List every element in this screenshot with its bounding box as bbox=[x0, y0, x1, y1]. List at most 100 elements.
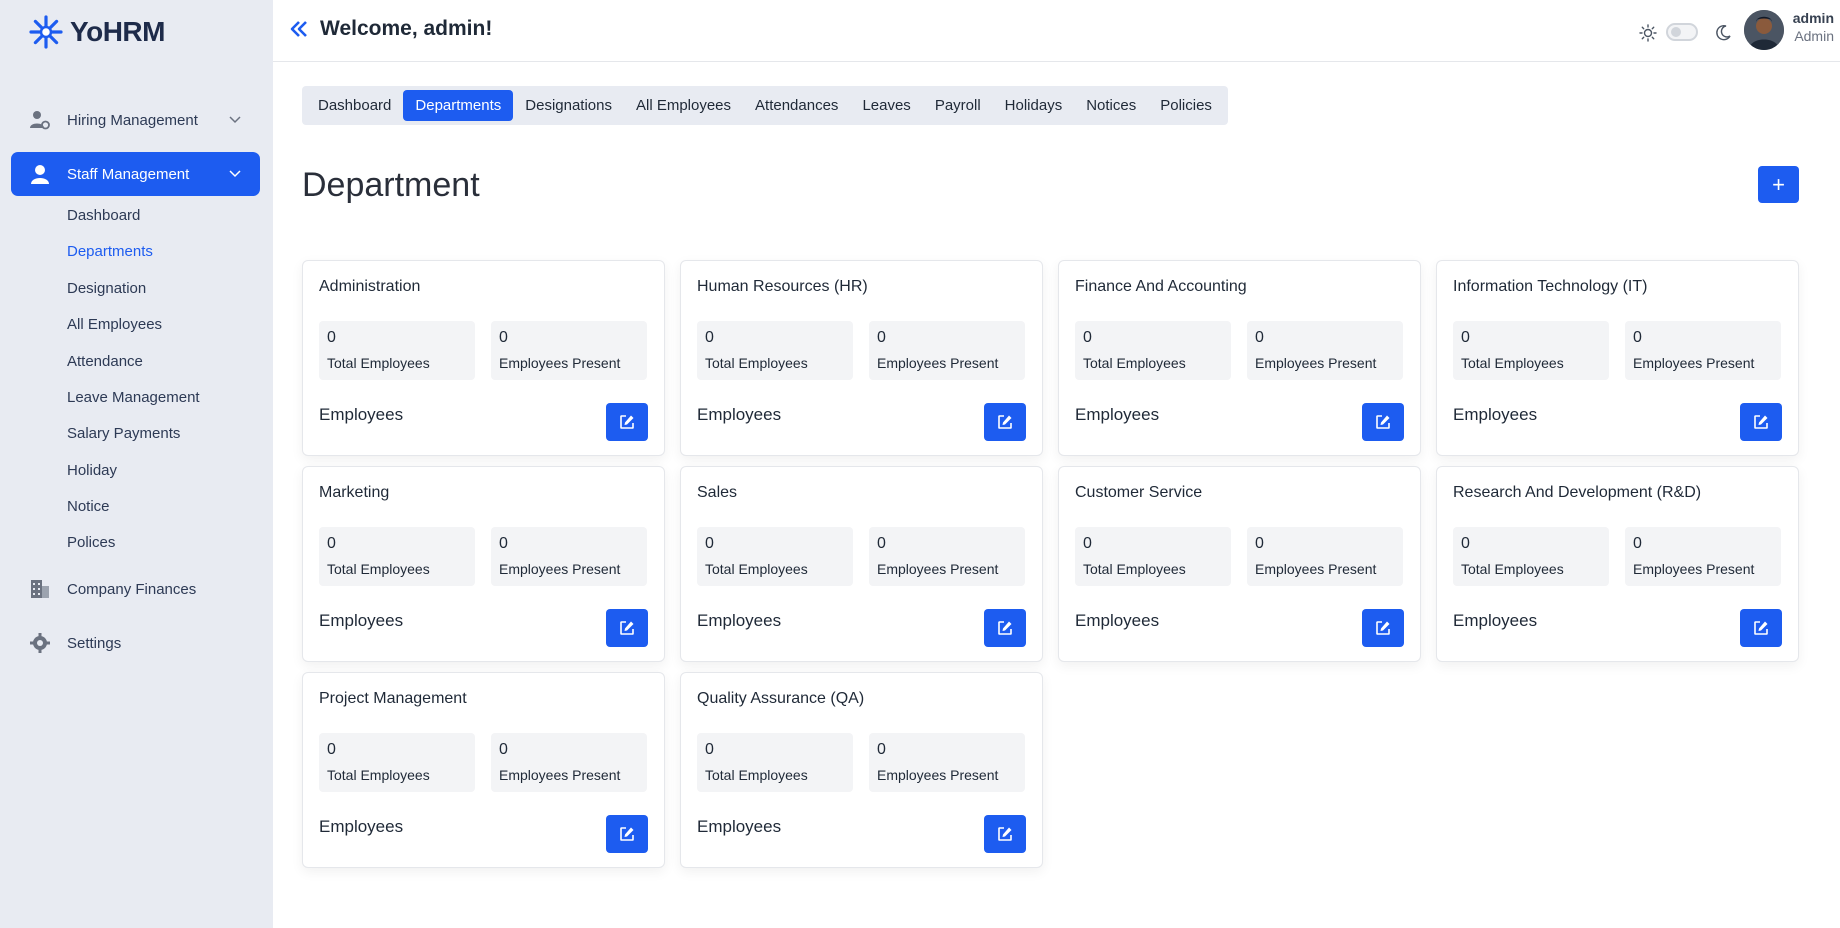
edit-department-button[interactable] bbox=[606, 815, 648, 853]
employees-present-value: 0 bbox=[499, 535, 508, 552]
snowflake-logo-icon bbox=[29, 15, 63, 49]
user-role: Admin bbox=[1794, 28, 1834, 44]
total-employees-value: 0 bbox=[705, 535, 714, 552]
sidebar-item-departments[interactable]: Departments bbox=[67, 243, 153, 260]
edit-department-button[interactable] bbox=[1362, 609, 1404, 647]
total-employees-stat: 0 Total Employees bbox=[319, 733, 475, 792]
tab-attendances[interactable]: Attendances bbox=[743, 90, 850, 121]
employees-present-value: 0 bbox=[877, 741, 886, 758]
employees-present-label: Employees Present bbox=[499, 561, 621, 577]
sidebar: YoHRM Hiring Management Staff Management… bbox=[0, 0, 273, 928]
total-employees-stat: 0 Total Employees bbox=[1075, 527, 1231, 586]
sidebar-group-hiring-management[interactable]: Hiring Management bbox=[11, 98, 260, 142]
user-icon bbox=[31, 165, 49, 184]
edit-department-button[interactable] bbox=[984, 815, 1026, 853]
total-employees-value: 0 bbox=[1083, 329, 1092, 346]
department-name: Research And Development (R&D) bbox=[1453, 484, 1702, 501]
tab-dashboard[interactable]: Dashboard bbox=[306, 90, 403, 121]
building-icon bbox=[31, 580, 49, 598]
employees-present-value: 0 bbox=[499, 741, 508, 758]
edit-department-button[interactable] bbox=[606, 609, 648, 647]
employees-present-label: Employees Present bbox=[499, 767, 621, 783]
app-logo[interactable]: YoHRM bbox=[28, 12, 165, 52]
sidebar-group-settings[interactable]: Settings bbox=[11, 621, 260, 665]
employees-present-stat: 0 Employees Present bbox=[1247, 321, 1403, 380]
employees-present-label: Employees Present bbox=[877, 355, 999, 371]
tab-designations[interactable]: Designations bbox=[513, 90, 624, 121]
edit-department-button[interactable] bbox=[1362, 403, 1404, 441]
total-employees-stat: 0 Total Employees bbox=[1453, 321, 1609, 380]
total-employees-label: Total Employees bbox=[327, 355, 430, 371]
employees-present-label: Employees Present bbox=[1633, 355, 1755, 371]
employees-present-stat: 0 Employees Present bbox=[1247, 527, 1403, 586]
sidebar-item-polices[interactable]: Polices bbox=[67, 534, 115, 551]
total-employees-label: Total Employees bbox=[1461, 355, 1564, 371]
department-name: Marketing bbox=[319, 484, 390, 501]
tab-leaves[interactable]: Leaves bbox=[850, 90, 922, 121]
department-card: Finance And Accounting 0 Total Employees… bbox=[1058, 260, 1421, 456]
total-employees-value: 0 bbox=[327, 329, 336, 346]
sidebar-group-company-finances[interactable]: Company Finances bbox=[11, 567, 260, 611]
edit-icon bbox=[620, 415, 634, 429]
department-name: Sales bbox=[697, 484, 738, 501]
sidebar-group-label: Company Finances bbox=[67, 580, 197, 598]
employees-present-label: Employees Present bbox=[1255, 561, 1377, 577]
sidebar-item-notice[interactable]: Notice bbox=[67, 498, 110, 515]
total-employees-stat: 0 Total Employees bbox=[1453, 527, 1609, 586]
total-employees-stat: 0 Total Employees bbox=[319, 321, 475, 380]
tab-notices[interactable]: Notices bbox=[1074, 90, 1148, 121]
edit-icon bbox=[1754, 415, 1768, 429]
tab-all-employees[interactable]: All Employees bbox=[624, 90, 743, 121]
collapse-sidebar-icon[interactable] bbox=[288, 18, 310, 40]
sidebar-item-attendance[interactable]: Attendance bbox=[67, 353, 143, 370]
avatar[interactable] bbox=[1744, 10, 1784, 50]
app-name: YoHRM bbox=[70, 16, 165, 47]
theme-toggle[interactable] bbox=[1666, 23, 1698, 41]
edit-icon bbox=[1376, 621, 1390, 635]
employees-present-label: Employees Present bbox=[877, 561, 999, 577]
employees-label: Employees bbox=[1453, 405, 1538, 424]
edit-department-button[interactable] bbox=[984, 609, 1026, 647]
employees-present-label: Employees Present bbox=[499, 355, 621, 371]
edit-department-button[interactable] bbox=[984, 403, 1026, 441]
moon-icon bbox=[1716, 24, 1731, 41]
welcome-heading: Welcome, admin! bbox=[320, 17, 493, 40]
edit-department-button[interactable] bbox=[1740, 403, 1782, 441]
department-name: Customer Service bbox=[1075, 484, 1203, 501]
employees-present-value: 0 bbox=[877, 535, 886, 552]
sidebar-group-staff-management[interactable]: Staff Management bbox=[11, 152, 260, 196]
total-employees-label: Total Employees bbox=[705, 767, 808, 783]
department-name: Quality Assurance (QA) bbox=[697, 690, 865, 707]
total-employees-value: 0 bbox=[327, 535, 336, 552]
edit-icon bbox=[620, 621, 634, 635]
total-employees-label: Total Employees bbox=[1083, 561, 1186, 577]
department-name: Finance And Accounting bbox=[1075, 278, 1247, 295]
department-name: Information Technology (IT) bbox=[1453, 278, 1648, 295]
department-name: Administration bbox=[319, 278, 421, 295]
sidebar-item-all-employees[interactable]: All Employees bbox=[67, 316, 162, 333]
sidebar-item-holiday[interactable]: Holiday bbox=[67, 462, 117, 479]
department-card: Quality Assurance (QA) 0 Total Employees… bbox=[680, 672, 1043, 868]
department-card: Human Resources (HR) 0 Total Employees 0… bbox=[680, 260, 1043, 456]
tab-departments[interactable]: Departments bbox=[403, 90, 514, 121]
edit-icon bbox=[998, 827, 1012, 841]
tab-holidays[interactable]: Holidays bbox=[993, 90, 1075, 121]
user-avatar-icon bbox=[1744, 10, 1784, 50]
total-employees-stat: 0 Total Employees bbox=[1075, 321, 1231, 380]
total-employees-value: 0 bbox=[1461, 535, 1470, 552]
sidebar-group-label: Hiring Management bbox=[67, 111, 198, 129]
employees-present-label: Employees Present bbox=[1633, 561, 1755, 577]
total-employees-label: Total Employees bbox=[327, 767, 430, 783]
sidebar-item-designation[interactable]: Designation bbox=[67, 280, 146, 297]
edit-department-button[interactable] bbox=[1740, 609, 1782, 647]
tab-payroll[interactable]: Payroll bbox=[923, 90, 993, 121]
sidebar-item-leave-management[interactable]: Leave Management bbox=[67, 389, 200, 406]
sidebar-item-salary-payments[interactable]: Salary Payments bbox=[67, 425, 180, 442]
tab-policies[interactable]: Policies bbox=[1148, 90, 1224, 121]
total-employees-stat: 0 Total Employees bbox=[697, 321, 853, 380]
employees-label: Employees bbox=[697, 817, 782, 836]
add-department-button[interactable]: + bbox=[1758, 166, 1799, 203]
sidebar-item-dashboard[interactable]: Dashboard bbox=[67, 207, 140, 224]
employees-present-value: 0 bbox=[1255, 329, 1264, 346]
edit-department-button[interactable] bbox=[606, 403, 648, 441]
